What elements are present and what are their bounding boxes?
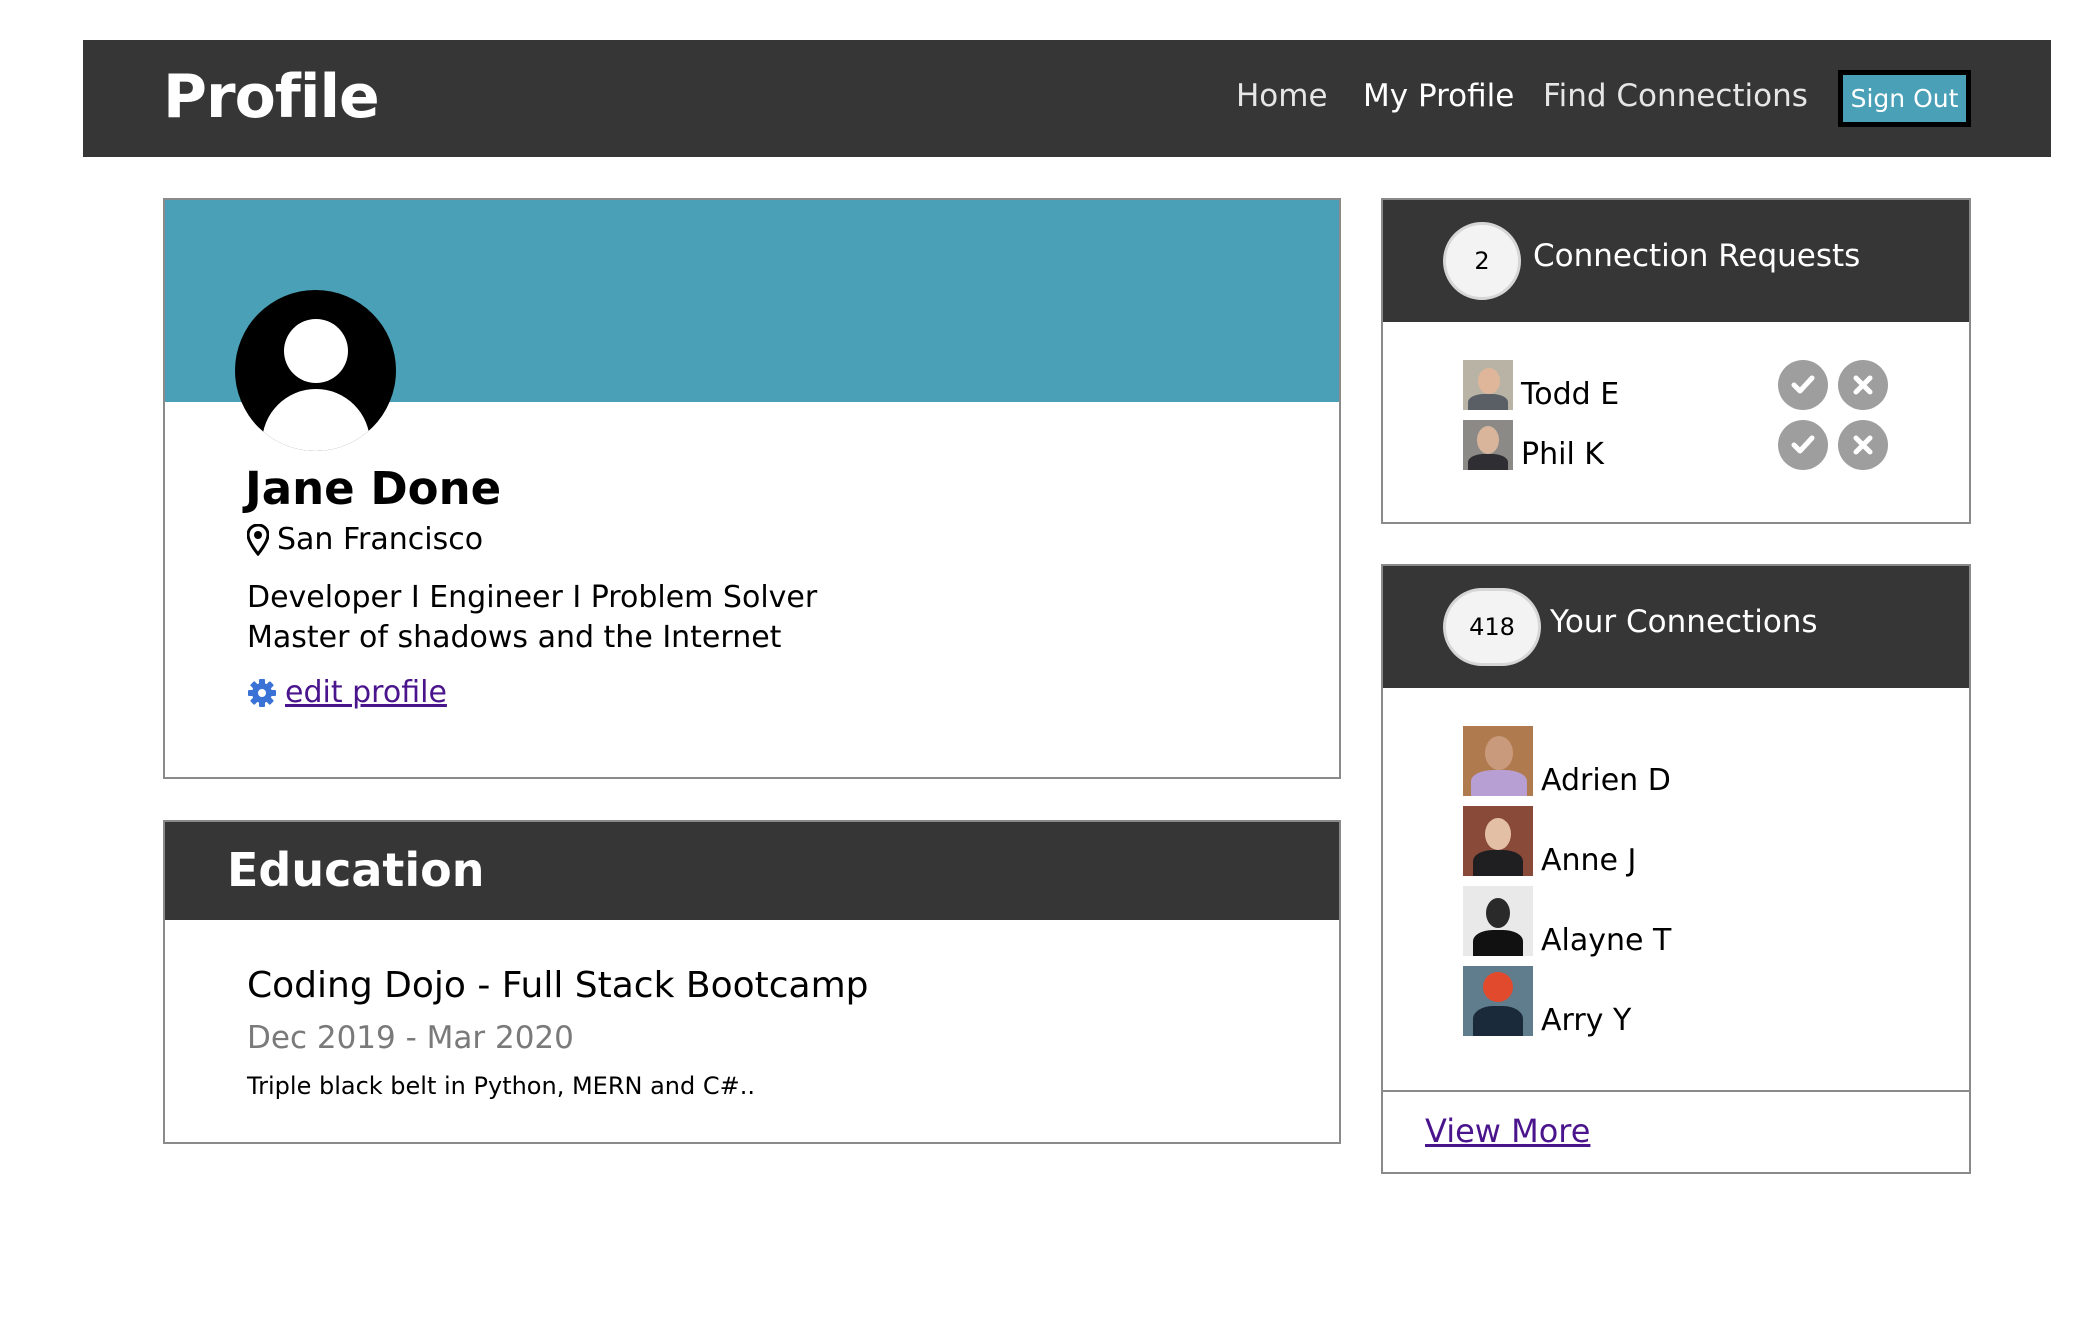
sign-out-button[interactable]: Sign Out [1838,70,1971,127]
requests-heading: Connection Requests [1533,238,1861,274]
connections-header: 418 Your Connections [1383,566,1969,688]
avatar [1463,886,1533,956]
connection-name: Alayne T [1541,923,1672,958]
bio-line: Master of shadows and the Internet [247,620,782,655]
education-title: Coding Dojo - Full Stack Bootcamp [247,965,869,1006]
close-icon [1853,435,1873,455]
nav-find-connections-link[interactable]: Find Connections [1543,78,1808,114]
request-item: Phil K [1463,420,1604,470]
request-item: Todd E [1463,360,1619,410]
connections-card: 418 Your Connections Adrien D Anne J Ala… [1381,564,1971,1174]
avatar [1463,806,1533,876]
connection-item[interactable]: Adrien D [1463,726,1671,796]
brand-title: Profile [163,62,380,132]
connections-heading: Your Connections [1550,604,1818,640]
requests-count-badge: 2 [1443,222,1521,300]
profile-card: Jane Done San Francisco Developer I Engi… [163,198,1341,779]
close-icon [1853,375,1873,395]
avatar [1463,726,1533,796]
accept-request-button[interactable] [1778,360,1828,410]
connection-name: Adrien D [1541,763,1671,798]
navbar: Profile Home My Profile Find Connections… [83,40,2051,157]
education-heading: Education [165,822,1339,920]
connection-name: Anne J [1541,843,1637,878]
education-description: Triple black belt in Python, MERN and C#… [247,1072,755,1100]
profile-name: Jane Done [245,462,502,515]
bio-line: Developer I Engineer I Problem Solver [247,580,818,615]
avatar-icon [235,290,396,451]
nav-my-profile-link[interactable]: My Profile [1363,78,1514,114]
request-name: Todd E [1521,377,1620,412]
connections-count-badge: 418 [1443,588,1541,666]
avatar [1463,966,1533,1036]
edit-profile[interactable]: edit profile [247,675,447,710]
requests-header: 2 Connection Requests [1383,200,1969,322]
check-icon [1791,375,1815,394]
check-icon [1791,435,1815,454]
avatar [1463,420,1513,470]
profile-location: San Francisco [247,522,483,557]
decline-request-button[interactable] [1838,420,1888,470]
decline-request-button[interactable] [1838,360,1888,410]
connection-name: Arry Y [1541,1003,1632,1038]
edit-profile-link[interactable]: edit profile [285,675,447,710]
education-card: Education Coding Dojo - Full Stack Bootc… [163,820,1341,1144]
request-name: Phil K [1521,437,1604,472]
view-more-link[interactable]: View More [1425,1112,1590,1150]
profile-bio: Developer I Engineer I Problem Solver Ma… [247,578,817,658]
gear-icon [248,678,276,707]
avatar [1463,360,1513,410]
connection-item[interactable]: Arry Y [1463,966,1631,1036]
accept-request-button[interactable] [1778,420,1828,470]
view-more-footer: View More [1383,1090,1969,1174]
nav-home-link[interactable]: Home [1236,78,1328,114]
connection-requests-card: 2 Connection Requests Todd E Phil K [1381,198,1971,524]
connection-item[interactable]: Alayne T [1463,886,1671,956]
education-dates: Dec 2019 - Mar 2020 [247,1020,574,1056]
location-text: San Francisco [277,522,484,557]
connection-item[interactable]: Anne J [1463,806,1636,876]
map-pin-icon [247,523,269,556]
